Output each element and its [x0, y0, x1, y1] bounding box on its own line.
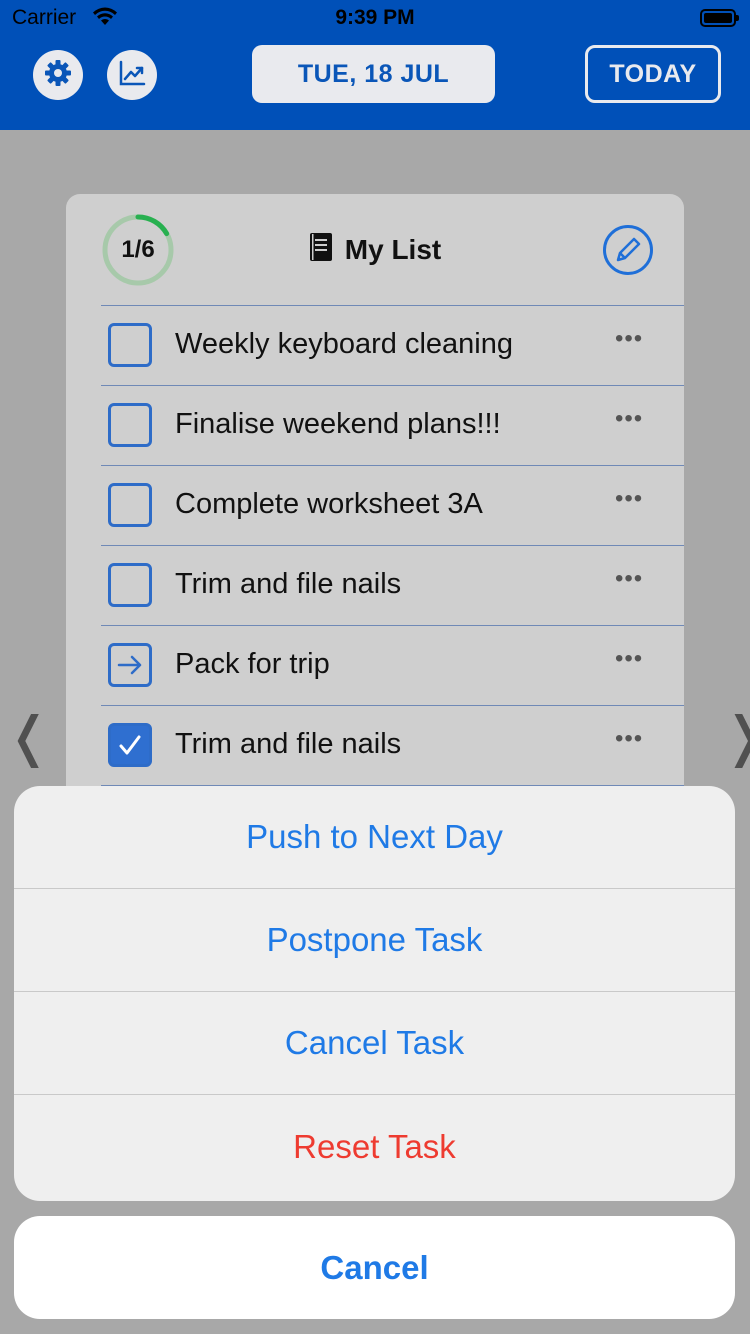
list-header: 1/6 My List	[66, 194, 684, 306]
push-to-next-day-button[interactable]: Push to Next Day	[14, 786, 735, 889]
more-options-icon[interactable]: •••	[615, 405, 643, 433]
cancel-task-button[interactable]: Cancel Task	[14, 992, 735, 1095]
notebook-icon	[309, 232, 333, 267]
status-bar: Carrier 9:39 PM	[0, 0, 750, 40]
task-row[interactable]: Weekly keyboard cleaning •••	[101, 305, 684, 385]
battery-icon	[700, 9, 739, 27]
postpone-task-button[interactable]: Postpone Task	[14, 889, 735, 992]
today-button[interactable]: TODAY	[585, 45, 721, 103]
top-bar: Carrier 9:39 PM TUE, 18 JUL TODAY	[0, 0, 750, 130]
gear-icon	[43, 58, 73, 93]
previous-day-arrow[interactable]: ❬	[6, 705, 51, 768]
task-row[interactable]: Complete worksheet 3A •••	[101, 465, 684, 545]
list-card: 1/6 My List Weekly keyboard cleaning •••…	[66, 194, 684, 834]
task-label: Pack for trip	[175, 648, 330, 680]
task-row[interactable]: Trim and file nails •••	[101, 705, 684, 785]
task-checkbox[interactable]	[108, 563, 152, 607]
task-label: Complete worksheet 3A	[175, 488, 483, 520]
chart-icon	[117, 58, 147, 93]
more-options-icon[interactable]: •••	[615, 725, 643, 753]
task-label: Trim and file nails	[175, 568, 402, 600]
task-list: Weekly keyboard cleaning ••• Finalise we…	[101, 305, 684, 786]
more-options-icon[interactable]: •••	[615, 645, 643, 673]
task-row[interactable]: Finalise weekend plans!!! •••	[101, 385, 684, 465]
task-label: Weekly keyboard cleaning	[175, 328, 513, 360]
task-checkbox[interactable]	[108, 403, 152, 447]
task-row[interactable]: Trim and file nails •••	[101, 545, 684, 625]
task-checkbox-pushed[interactable]	[108, 643, 152, 687]
task-checkbox[interactable]	[108, 483, 152, 527]
list-title: My List	[344, 233, 442, 265]
more-options-icon[interactable]: •••	[615, 565, 643, 593]
cancel-button[interactable]: Cancel	[14, 1216, 735, 1319]
arrow-right-icon	[117, 655, 142, 675]
task-row[interactable]: Pack for trip •••	[101, 625, 684, 705]
settings-button[interactable]	[33, 50, 83, 100]
pencil-icon	[602, 225, 654, 280]
task-label: Finalise weekend plans!!!	[175, 408, 501, 440]
task-checkbox-checked[interactable]	[108, 723, 152, 767]
date-selector-button[interactable]: TUE, 18 JUL	[252, 45, 495, 103]
action-sheet: Push to Next Day Postpone Task Cancel Ta…	[14, 786, 735, 1201]
task-label: Trim and file nails	[175, 728, 402, 760]
list-title-group: My List	[66, 232, 684, 267]
more-options-icon[interactable]: •••	[615, 485, 643, 513]
edit-list-button[interactable]	[602, 224, 654, 276]
statistics-button[interactable]	[107, 50, 157, 100]
checkmark-icon	[119, 735, 141, 755]
clock: 9:39 PM	[335, 6, 415, 29]
task-checkbox[interactable]	[108, 323, 152, 367]
reset-task-button[interactable]: Reset Task	[14, 1095, 735, 1199]
more-options-icon[interactable]: •••	[615, 325, 643, 353]
next-day-arrow[interactable]: ❭	[722, 705, 750, 768]
